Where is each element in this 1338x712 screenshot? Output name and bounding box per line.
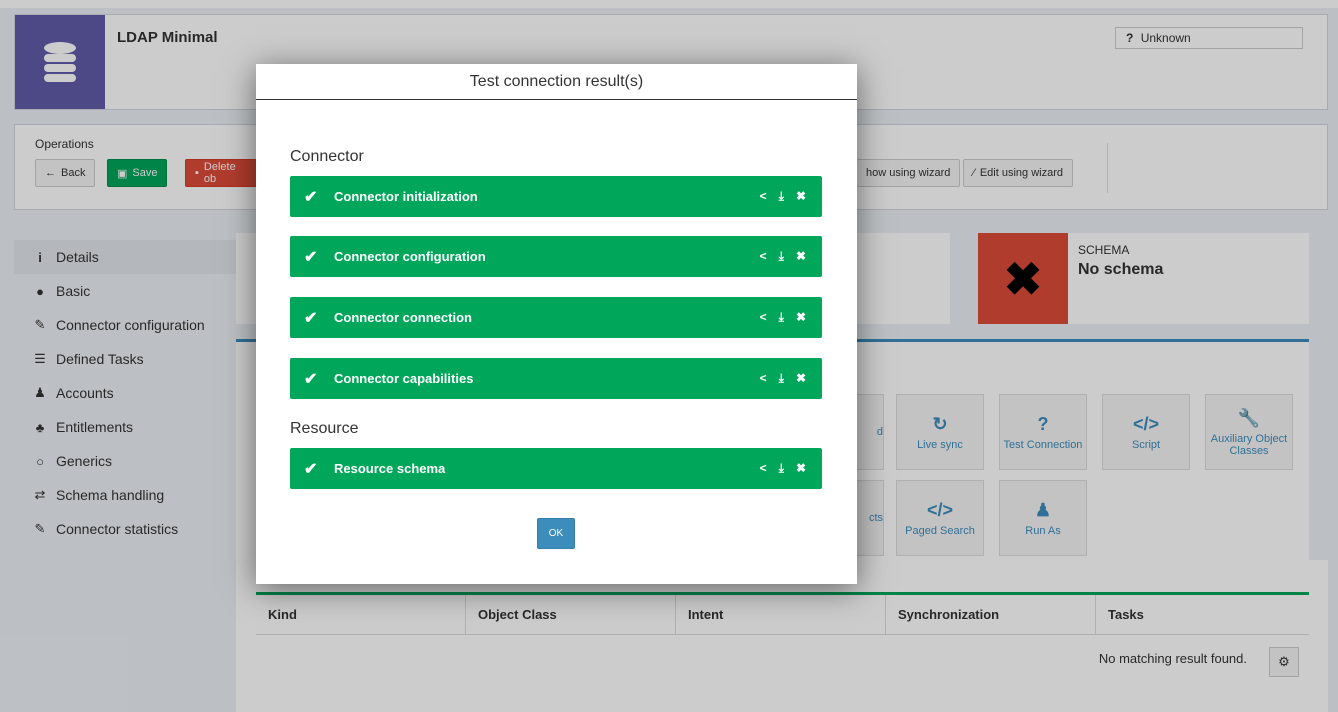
chevron-left-icon[interactable]: <: [760, 249, 767, 264]
result-label: Connector configuration: [334, 249, 486, 264]
check-icon: ✔: [304, 370, 318, 388]
section-title-connector: Connector: [290, 148, 364, 165]
result-label: Connector initialization: [334, 189, 478, 204]
section-title-resource: Resource: [290, 420, 359, 437]
result-label: Connector connection: [334, 310, 472, 325]
chevron-left-icon[interactable]: <: [760, 461, 767, 476]
check-icon: ✔: [304, 188, 318, 206]
close-icon[interactable]: ✖: [796, 249, 806, 264]
download-icon[interactable]: ⤓: [779, 249, 784, 264]
result-connector-capabilities: ✔ Connector capabilities < ⤓ ✖: [290, 358, 822, 399]
result-resource-schema: ✔ Resource schema < ⤓ ✖: [290, 448, 822, 489]
test-connection-modal: Test connection result(s) Connector ✔ Co…: [256, 64, 857, 584]
chevron-left-icon[interactable]: <: [760, 371, 767, 386]
close-icon[interactable]: ✖: [796, 461, 806, 476]
close-icon[interactable]: ✖: [796, 189, 806, 204]
modal-title: Test connection result(s): [469, 72, 644, 90]
result-label: Resource schema: [334, 461, 446, 476]
chevron-left-icon[interactable]: <: [760, 310, 767, 325]
check-icon: ✔: [304, 248, 318, 266]
ok-button[interactable]: OK: [537, 518, 575, 549]
download-icon[interactable]: ⤓: [779, 310, 784, 325]
result-connector-connection: ✔ Connector connection < ⤓ ✖: [290, 297, 822, 338]
check-icon: ✔: [304, 460, 318, 478]
result-connector-configuration: ✔ Connector configuration < ⤓ ✖: [290, 236, 822, 277]
result-label: Connector capabilities: [334, 371, 474, 386]
close-icon[interactable]: ✖: [796, 310, 806, 325]
chevron-left-icon[interactable]: <: [760, 189, 767, 204]
modal-header: Test connection result(s): [256, 64, 857, 100]
download-icon[interactable]: ⤓: [779, 371, 784, 386]
close-icon[interactable]: ✖: [796, 371, 806, 386]
result-connector-initialization: ✔ Connector initialization < ⤓ ✖: [290, 176, 822, 217]
check-icon: ✔: [304, 309, 318, 327]
download-icon[interactable]: ⤓: [779, 189, 784, 204]
download-icon[interactable]: ⤓: [779, 461, 784, 476]
